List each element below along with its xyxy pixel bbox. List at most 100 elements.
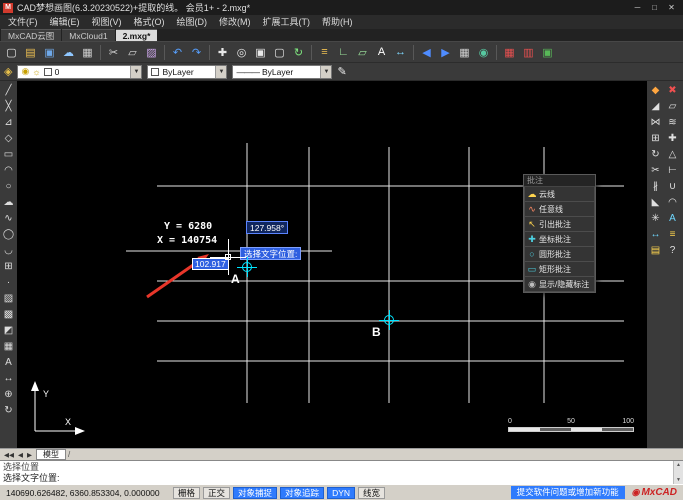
draw-revcloud-icon[interactable]: ☁ bbox=[1, 194, 17, 210]
help-tool-icon[interactable]: ? bbox=[664, 242, 681, 258]
properties-icon[interactable]: ▤ bbox=[647, 242, 664, 258]
save-icon[interactable]: ▣ bbox=[40, 43, 59, 62]
chevron-down-icon[interactable]: ▼ bbox=[320, 66, 331, 78]
insert-block-icon[interactable]: ⊞ bbox=[1, 258, 17, 274]
dyn-value-field[interactable]: 102.917 bbox=[192, 258, 229, 270]
chevron-down-icon[interactable]: ▼ bbox=[215, 66, 226, 78]
nav-back-icon[interactable]: ◀ bbox=[417, 43, 436, 62]
draw-rectangle-icon[interactable]: ▭ bbox=[1, 146, 17, 162]
cut-icon[interactable]: ✂ bbox=[104, 43, 123, 62]
scroll-down-icon[interactable]: ▼ bbox=[676, 477, 681, 483]
status-toggle[interactable]: DYN bbox=[327, 487, 355, 499]
status-toggle[interactable]: 正交 bbox=[203, 487, 230, 499]
nav-forward-icon[interactable]: ▶ bbox=[436, 43, 455, 62]
print-preview-icon[interactable]: ▦ bbox=[455, 43, 474, 62]
maximize-button[interactable]: □ bbox=[646, 3, 663, 12]
draw-arc-icon[interactable]: ◠ bbox=[1, 162, 17, 178]
status-toggle[interactable]: 对象追踪 bbox=[280, 487, 324, 499]
zoom-realtime-icon[interactable]: ⊕ bbox=[1, 386, 17, 402]
gradient-icon[interactable]: ▩ bbox=[1, 306, 17, 322]
layers-icon[interactable]: ≡ bbox=[315, 43, 334, 62]
document-tab[interactable]: 2.mxg* bbox=[116, 29, 158, 41]
layers-stack-icon[interactable]: ◈ bbox=[4, 65, 12, 78]
erase-icon[interactable]: ◢ bbox=[647, 98, 664, 114]
extend-icon[interactable]: ⊢ bbox=[664, 162, 681, 178]
zoom-extents-icon[interactable]: ▢ bbox=[270, 43, 289, 62]
web-icon[interactable]: ◉ bbox=[474, 43, 493, 62]
join-icon[interactable]: ∪ bbox=[664, 178, 681, 194]
trim-icon[interactable]: ✂ bbox=[647, 162, 664, 178]
pan-icon[interactable]: ✚ bbox=[213, 43, 232, 62]
linetype-dropdown[interactable]: ——— ByLayer ▼ bbox=[232, 65, 332, 79]
break-icon[interactable]: ∦ bbox=[647, 178, 664, 194]
app-tools-icon[interactable]: ▦ bbox=[500, 43, 519, 62]
anno-item[interactable]: ○圆形批注 bbox=[524, 247, 595, 262]
draw-ellipse-arc-icon[interactable]: ◡ bbox=[1, 242, 17, 258]
menu-item[interactable]: 文件(F) bbox=[2, 15, 44, 29]
status-toggle[interactable]: 对象捕捉 bbox=[233, 487, 277, 499]
anno-item[interactable]: ▭矩形批注 bbox=[524, 262, 595, 277]
document-tab[interactable]: MxCAD云图 bbox=[1, 29, 61, 41]
mirror-icon[interactable]: ⋈ bbox=[647, 114, 664, 130]
chamfer-icon[interactable]: ◣ bbox=[647, 194, 664, 210]
sheet-nav-button[interactable]: ▶ bbox=[25, 452, 34, 459]
draw-polygon-icon[interactable]: ◇ bbox=[1, 130, 17, 146]
print-icon[interactable]: ▦ bbox=[78, 43, 97, 62]
layer-dropdown[interactable]: ◉ ☼ 0 ▼ bbox=[17, 65, 142, 79]
measure-distance-icon[interactable]: ∟ bbox=[334, 43, 353, 62]
layer-manager-icon[interactable]: ≡ bbox=[664, 226, 681, 242]
offset-icon[interactable]: ≋ bbox=[664, 114, 681, 130]
open-folder-icon[interactable]: ▤ bbox=[21, 43, 40, 62]
document-tab[interactable]: MxCloud1 bbox=[62, 29, 114, 41]
sheet-nav-button[interactable]: ◀◀ bbox=[2, 452, 16, 459]
regen-icon[interactable]: ↻ bbox=[289, 43, 308, 62]
region-icon[interactable]: ◩ bbox=[1, 322, 17, 338]
orbit-icon[interactable]: ↻ bbox=[1, 402, 17, 418]
copy-clip-icon[interactable]: ▱ bbox=[123, 43, 142, 62]
array-icon[interactable]: ⊞ bbox=[647, 130, 664, 146]
draw-point-icon[interactable]: · bbox=[1, 274, 17, 290]
explode-icon[interactable]: ✳ bbox=[647, 210, 664, 226]
palette-icon[interactable]: ◆ bbox=[647, 82, 664, 98]
dim-style-icon[interactable]: ↔ bbox=[647, 226, 664, 242]
zoom-window-icon[interactable]: ▣ bbox=[251, 43, 270, 62]
close-button[interactable]: ✕ bbox=[663, 3, 680, 12]
cloud-save-icon[interactable]: ☁ bbox=[59, 43, 78, 62]
point-B[interactable] bbox=[384, 315, 394, 325]
panel-close-icon[interactable]: ✖ bbox=[664, 82, 681, 98]
table-icon[interactable]: ▦ bbox=[1, 338, 17, 354]
draw-line-icon[interactable]: ╱ bbox=[1, 82, 17, 98]
menu-item[interactable]: 修改(M) bbox=[213, 15, 257, 29]
anno-item[interactable]: ∿任意线 bbox=[524, 202, 595, 217]
menu-item[interactable]: 视图(V) bbox=[86, 15, 128, 29]
undo-icon[interactable]: ↶ bbox=[168, 43, 187, 62]
draw-xline-icon[interactable]: ╳ bbox=[1, 98, 17, 114]
pen-icon[interactable]: ✎ bbox=[337, 65, 346, 78]
move-icon[interactable]: ✚ bbox=[664, 130, 681, 146]
zoom-icon[interactable]: ◎ bbox=[232, 43, 251, 62]
scroll-up-icon[interactable]: ▲ bbox=[676, 462, 681, 468]
measure-area-icon[interactable]: ▱ bbox=[353, 43, 372, 62]
paste-icon[interactable]: ▨ bbox=[142, 43, 161, 62]
point-A[interactable] bbox=[242, 262, 252, 272]
draw-circle-icon[interactable]: ○ bbox=[1, 178, 17, 194]
anno-item[interactable]: ↖引出批注 bbox=[524, 217, 595, 232]
anno-item[interactable]: ✚坐标批注 bbox=[524, 232, 595, 247]
mtext-icon[interactable]: A bbox=[1, 354, 17, 370]
dim-linear-icon[interactable]: ↔ bbox=[1, 370, 17, 386]
color-dropdown[interactable]: ByLayer ▼ bbox=[147, 65, 227, 79]
draw-spline-icon[interactable]: ∿ bbox=[1, 210, 17, 226]
fillet-icon[interactable]: ◠ bbox=[664, 194, 681, 210]
draw-polyline-icon[interactable]: ⊿ bbox=[1, 114, 17, 130]
rotate-icon[interactable]: ↻ bbox=[647, 146, 664, 162]
insert-image-icon[interactable]: ▣ bbox=[538, 43, 557, 62]
command-line[interactable]: 选择位置 选择文字位置: ▲ ▼ bbox=[0, 460, 683, 484]
anno-item[interactable]: ☁云线 bbox=[524, 187, 595, 202]
new-file-icon[interactable]: ▢ bbox=[2, 43, 21, 62]
anno-item[interactable]: ◉显示/隐藏标注 bbox=[524, 277, 595, 292]
drawing-canvas[interactable]: Y = 6280 X = 140754 127.958° 选择文字位置: 102… bbox=[17, 81, 647, 448]
menu-item[interactable]: 帮助(H) bbox=[316, 15, 359, 29]
menu-item[interactable]: 编辑(E) bbox=[44, 15, 86, 29]
status-toggle[interactable]: 栅格 bbox=[173, 487, 200, 499]
menu-item[interactable]: 格式(O) bbox=[128, 15, 171, 29]
